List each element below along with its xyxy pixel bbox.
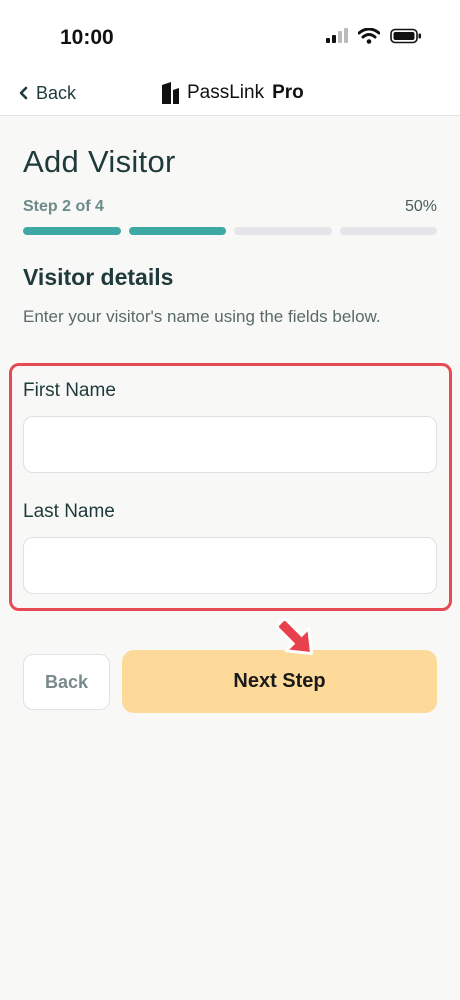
last-name-input[interactable]	[23, 537, 437, 594]
status-time: 10:00	[60, 26, 114, 49]
status-icons	[326, 28, 422, 44]
step-percent: 50%	[404, 198, 437, 215]
nav-bar: Back PassLink Pro	[0, 72, 460, 116]
progress-segment	[339, 227, 437, 235]
battery-icon	[390, 28, 421, 44]
brand-logo: PassLink Pro	[162, 78, 304, 108]
progress-segment	[23, 227, 121, 235]
progress-segment	[128, 227, 226, 235]
section-title: Visitor details	[23, 264, 174, 290]
last-name-label: Last Name	[23, 501, 115, 522]
progress-bar	[23, 227, 437, 235]
section-description: Enter your visitor's name using the fiel…	[23, 307, 381, 326]
chevron-left-icon	[19, 86, 28, 100]
nav-back-label: Back	[36, 82, 77, 103]
first-name-label: First Name	[23, 380, 116, 401]
passlink-logo-icon	[162, 82, 179, 104]
nav-back-button[interactable]: Back	[18, 78, 76, 108]
signal-icon	[326, 28, 348, 43]
step-label: Step 2 of 4	[23, 198, 104, 215]
back-button[interactable]: Back	[23, 654, 110, 710]
brand-name: PassLink	[187, 82, 265, 103]
pointer-arrow-icon	[275, 617, 314, 656]
progress-segment	[234, 227, 332, 235]
wifi-icon	[358, 28, 380, 44]
page-title: Add Visitor	[23, 144, 176, 179]
brand-suffix: Pro	[272, 82, 304, 103]
first-name-input[interactable]	[23, 416, 437, 473]
status-bar: 10:00	[0, 0, 460, 72]
